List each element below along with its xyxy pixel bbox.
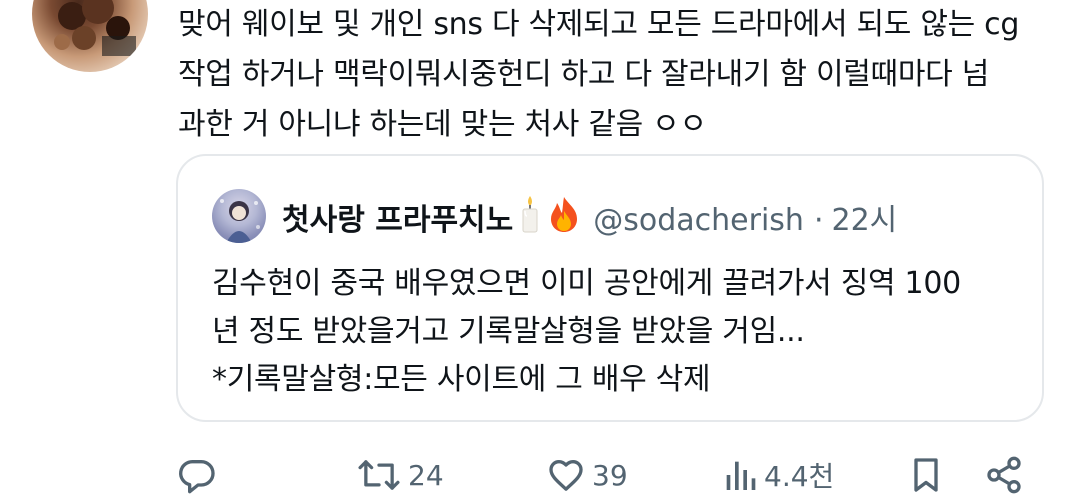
avatar-image bbox=[54, 0, 136, 56]
share-button[interactable] bbox=[984, 452, 1024, 498]
views-button[interactable]: 4.4천 bbox=[722, 452, 834, 498]
author-avatar[interactable] bbox=[32, 0, 148, 72]
like-button[interactable]: 39 bbox=[546, 452, 628, 498]
quote-handle[interactable]: @sodacherish bbox=[593, 199, 804, 243]
views-count: 4.4천 bbox=[764, 460, 835, 493]
candle-icon bbox=[519, 194, 541, 247]
quote-separator: · bbox=[813, 202, 824, 238]
quote-timestamp[interactable]: 22시 bbox=[832, 199, 898, 243]
retweet-button[interactable]: 24 bbox=[356, 452, 444, 498]
reply-icon bbox=[179, 460, 215, 494]
like-count: 39 bbox=[592, 458, 628, 492]
bookmark-button[interactable] bbox=[906, 452, 946, 498]
tweet-action-bar: 24 39 4.4천 bbox=[0, 452, 1079, 498]
fire-icon bbox=[547, 195, 581, 246]
reply-button[interactable] bbox=[178, 452, 218, 498]
tweet-text: 맞어 웨이보 및 개인 sns 다 삭제되고 모든 드라마에서 되도 않는 cg… bbox=[178, 7, 1020, 142]
quote-text: 김수현이 중국 배우였으면 이미 공안에게 끌려가서 징역 100 년 정도 받… bbox=[212, 266, 961, 397]
quote-tweet-card[interactable]: 첫사랑 프라푸치노 @sodacherish · 22시 김수현이 중국 배우였… bbox=[176, 154, 1044, 422]
retweet-icon bbox=[358, 460, 400, 490]
share-icon bbox=[987, 456, 1021, 494]
heart-icon bbox=[549, 460, 583, 491]
views-icon bbox=[726, 461, 756, 490]
retweet-count: 24 bbox=[408, 458, 444, 492]
quote-display-name[interactable]: 첫사랑 프라푸치노 bbox=[282, 199, 513, 243]
quote-avatar-image bbox=[220, 199, 260, 243]
quote-header: 첫사랑 프라푸치노 @sodacherish · 22시 bbox=[282, 194, 897, 247]
quote-author-avatar[interactable] bbox=[212, 189, 266, 243]
bookmark-icon bbox=[914, 458, 938, 492]
